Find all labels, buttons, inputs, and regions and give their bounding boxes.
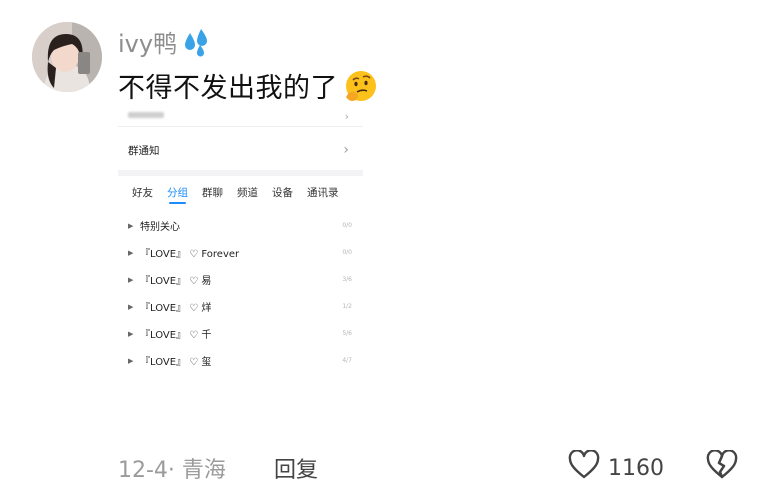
comment-body: 不得不发出我的了	[118, 66, 380, 105]
comment-footer: 12-4· 青海 回复 1160	[118, 449, 738, 486]
group-name: 『LOVE』 ♡ 千	[140, 330, 212, 341]
group-name: 特别关心	[140, 222, 180, 233]
caret-right-icon: ▶	[128, 356, 134, 365]
caret-right-icon: ▶	[128, 329, 134, 338]
group-name: 『LOVE』 ♡ 烊	[140, 303, 212, 314]
tab-friends: 好友	[132, 187, 153, 199]
section-divider	[118, 170, 363, 176]
group-notice-label: 群通知	[128, 144, 160, 157]
avatar-image	[32, 22, 102, 92]
group-name: 『LOVE』 ♡ 玺	[140, 357, 212, 368]
sweat-droplets-icon	[181, 27, 211, 57]
cropped-row: ›	[118, 108, 363, 127]
attached-screenshot[interactable]: › 群通知 › 好友 分组 群聊 频道 设备 通讯录 ▶ 特别关心 0/0 ▶ …	[118, 108, 363, 373]
group-count: 0/0	[342, 222, 352, 229]
group-notice-row: 群通知 ›	[118, 136, 363, 164]
group-count: 1/2	[342, 303, 352, 310]
avatar[interactable]	[32, 22, 102, 92]
comment-author[interactable]: ivy鸭	[118, 24, 211, 59]
list-item: ▶ 『LOVE』 ♡ 易 3/6	[128, 266, 356, 293]
broken-heart-icon	[706, 449, 738, 486]
chevron-right-icon: ›	[343, 142, 349, 158]
list-item: ▶ 特别关心 0/0	[128, 212, 356, 239]
thinking-face-icon	[342, 67, 380, 105]
tab-groups: 分组	[167, 185, 188, 204]
group-name: 『LOVE』 ♡ 易	[140, 276, 212, 287]
comment-text: 不得不发出我的了	[118, 73, 338, 104]
tab-address-book: 通讯录	[307, 187, 339, 199]
caret-right-icon: ▶	[128, 302, 134, 311]
caret-right-icon: ▶	[128, 248, 134, 257]
tab-group-chats: 群聊	[202, 187, 223, 199]
list-item: ▶ 『LOVE』 ♡ Forever 0/0	[128, 239, 356, 266]
caret-right-icon: ▶	[128, 275, 134, 284]
date-location: 12-4· 青海	[118, 458, 226, 483]
group-count: 3/6	[342, 276, 352, 283]
dislike-button[interactable]	[706, 449, 738, 486]
like-button[interactable]: 1160	[568, 449, 664, 486]
like-count: 1160	[608, 455, 664, 481]
tab-channels: 频道	[237, 187, 258, 199]
list-item: ▶ 『LOVE』 ♡ 千 5/6	[128, 320, 356, 347]
username-text: ivy鸭	[118, 30, 178, 58]
group-list: ▶ 特别关心 0/0 ▶ 『LOVE』 ♡ Forever 0/0 ▶ 『LOV…	[128, 212, 356, 374]
list-item: ▶ 『LOVE』 ♡ 烊 1/2	[128, 293, 356, 320]
heart-icon	[568, 449, 600, 486]
group-name: 『LOVE』 ♡ Forever	[140, 249, 240, 260]
chevron-right-icon: ›	[344, 110, 349, 123]
caret-right-icon: ▶	[128, 221, 134, 230]
list-item: ▶ 『LOVE』 ♡ 玺 4/7	[128, 347, 356, 374]
group-count: 5/6	[342, 330, 352, 337]
group-count: 0/0	[342, 249, 352, 256]
reply-button[interactable]: 回复	[274, 452, 318, 484]
group-count: 4/7	[342, 357, 352, 364]
contact-tabs: 好友 分组 群聊 频道 设备 通讯录	[132, 185, 339, 204]
tab-devices: 设备	[272, 187, 293, 199]
